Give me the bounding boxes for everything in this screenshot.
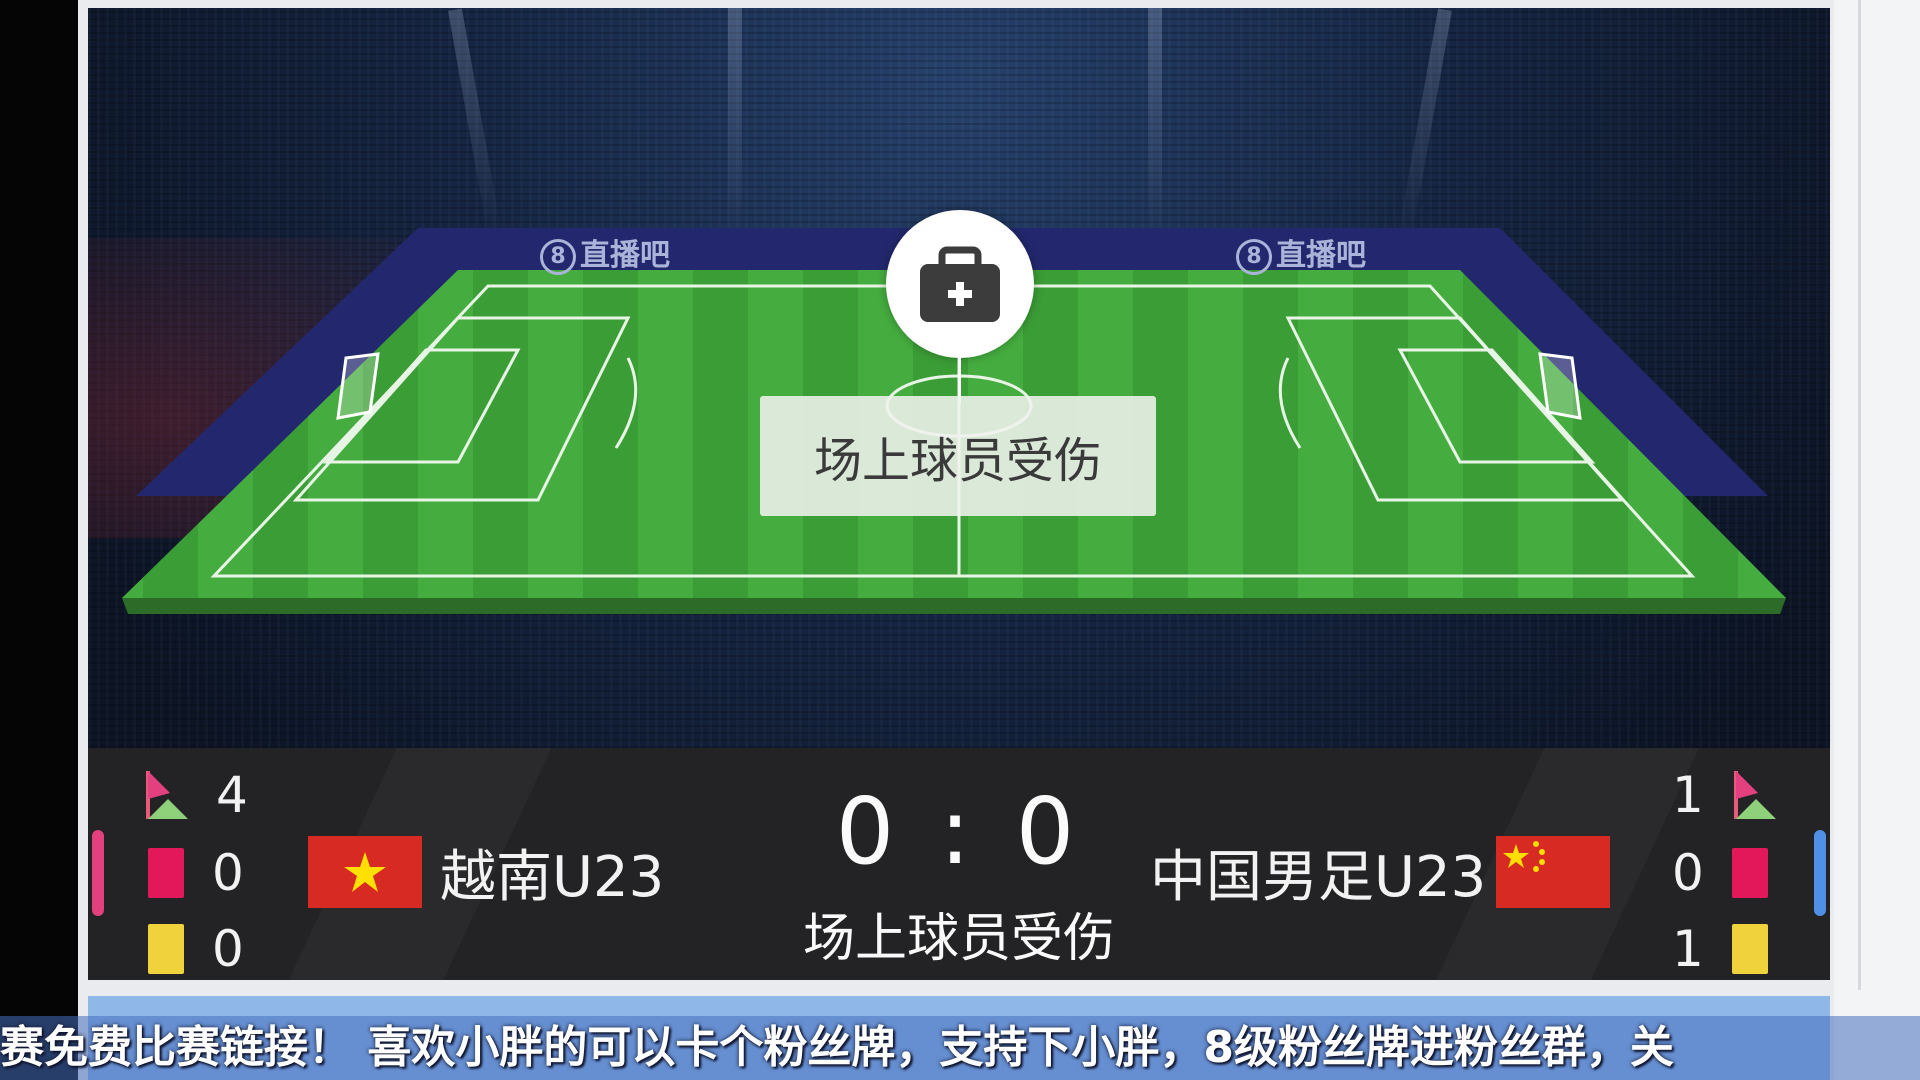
away-score: 0 (1015, 778, 1083, 885)
right-goal (1538, 352, 1582, 420)
pitch-edge (122, 598, 1786, 614)
medical-kit-icon (886, 210, 1034, 358)
ad-board-right: 8 直播吧 (1236, 230, 1366, 275)
live-match-widget: 8 直播吧 8 直播吧 场上球员受伤 4 0 0 越南U23 1 0 1 中国男… (88, 8, 1830, 980)
right-panel (1834, 0, 1920, 1080)
left-goal (336, 352, 380, 420)
score-separator: : (939, 778, 979, 885)
event-label: 场上球员受伤 (760, 396, 1156, 516)
match-score: 0 : 0 (88, 778, 1830, 885)
ticker-text: 赛免费比赛链接！ 喜欢小胖的可以卡个粉丝牌，支持下小胖，8级粉丝牌进粉丝群，关 (0, 1022, 1674, 1073)
ad-board-left: 8 直播吧 (540, 230, 670, 275)
home-score: 0 (835, 778, 903, 885)
match-status: 场上球员受伤 (802, 909, 1115, 969)
left-black-strip (0, 0, 78, 1080)
scrolling-ticker: 赛免费比赛链接！ 喜欢小胖的可以卡个粉丝牌，支持下小胖，8级粉丝牌进粉丝群，关 (0, 1016, 1920, 1080)
right-divider (1858, 0, 1861, 990)
